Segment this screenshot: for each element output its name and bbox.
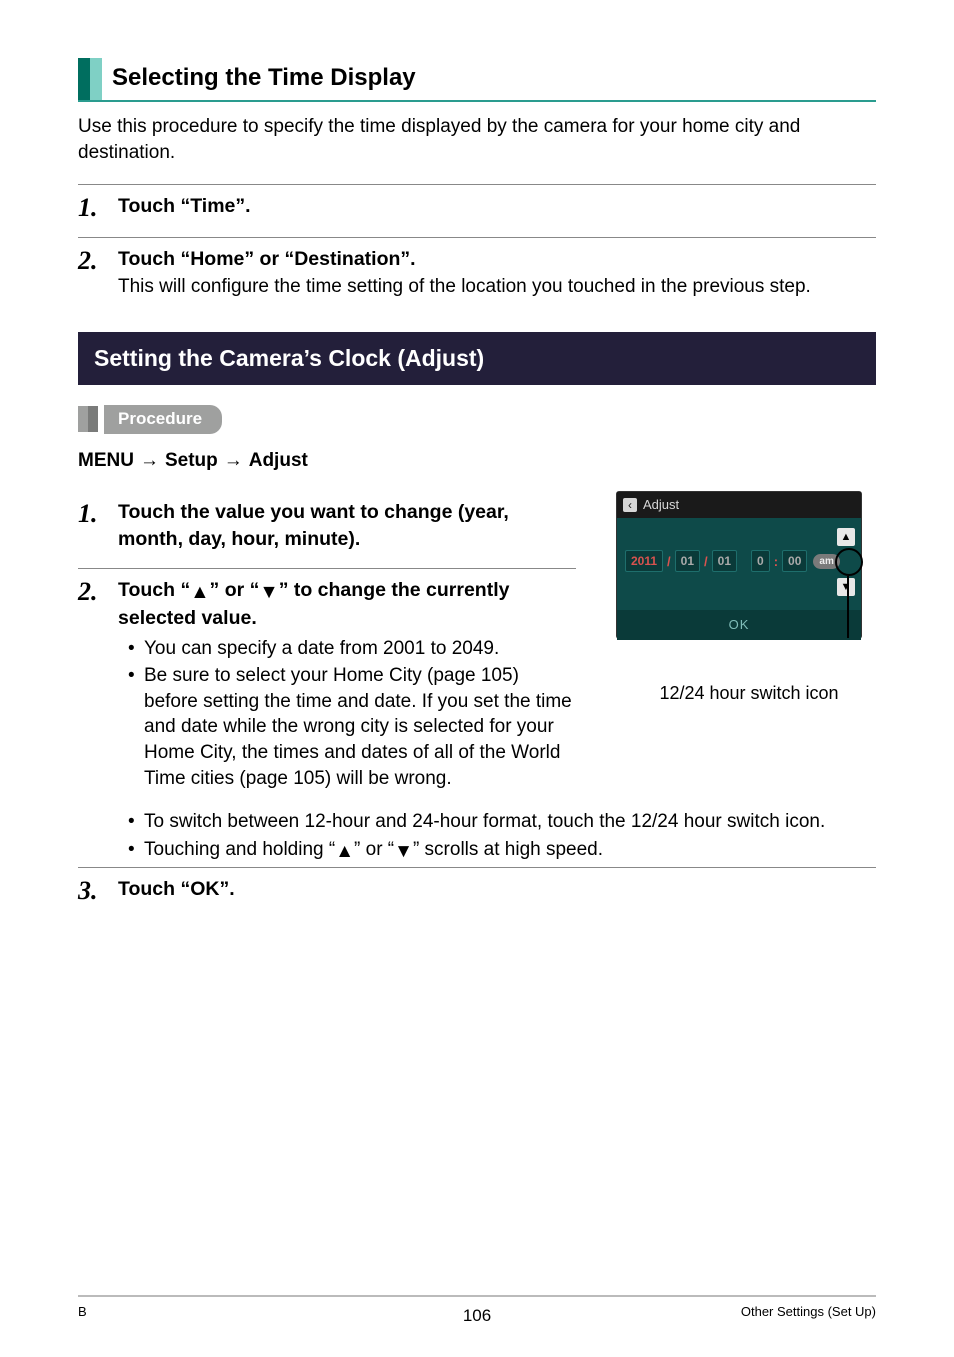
slash: / (704, 553, 708, 571)
cam-title: Adjust (643, 496, 679, 514)
step-number: 2. (78, 246, 118, 300)
camera-screenshot: ‹ Adjust 2011 / 01 / 01 0 : 00 am ▲ ▼ (616, 491, 876, 705)
page-footer: B 106 Other Settings (Set Up) (78, 1295, 876, 1321)
callout-line (847, 576, 849, 638)
day-box[interactable]: 01 (712, 550, 737, 572)
screenshot-caption: 12/24 hour switch icon (616, 681, 876, 705)
step-title: Touch the value you want to change (year… (118, 499, 576, 552)
step-1: 1. Touch “Time”. (78, 184, 876, 237)
adjust-step-2: 2. Touch “▲” or “▼” to change the curren… (78, 568, 576, 809)
section-bar-adjust: Setting the Camera’s Clock (Adjust) (78, 332, 876, 385)
arrow-icon: → (224, 448, 243, 474)
step-title: Touch “▲” or “▼” to change the currently… (118, 577, 576, 632)
step-subtext: This will configure the time setting of … (118, 274, 876, 300)
minute-box[interactable]: 00 (782, 550, 807, 572)
bullet-item: Be sure to select your Home City (page 1… (132, 663, 576, 791)
slash: / (667, 553, 671, 571)
arrow-icon: → (140, 448, 159, 474)
back-icon[interactable]: ‹ (623, 498, 637, 512)
step-title: Touch “Time”. (118, 193, 876, 219)
footer-left: B (78, 1303, 87, 1321)
hour-box[interactable]: 0 (751, 550, 770, 572)
step-title: Touch “OK”. (118, 876, 876, 902)
menu-breadcrumb: MENU → Setup → Adjust (78, 448, 876, 474)
adjust-step-1: 1. Touch the value you want to change (y… (78, 491, 576, 568)
procedure-pill: Procedure (104, 405, 222, 434)
procedure-label-row: Procedure (78, 405, 876, 434)
adjust-step-3: 3. Touch “OK”. (78, 867, 876, 920)
ok-button[interactable]: OK (617, 610, 861, 640)
page-number: 106 (463, 1305, 491, 1328)
step-number: 3. (78, 876, 118, 904)
bullet-item: Touching and holding “▲” or “▼” scrolls … (132, 837, 876, 865)
step-number: 2. (78, 577, 118, 793)
heading-text: Selecting the Time Display (112, 58, 416, 100)
down-triangle-icon: ▼ (394, 839, 413, 865)
step-number: 1. (78, 193, 118, 221)
up-triangle-icon: ▲ (190, 579, 209, 605)
bullet-item: You can specify a date from 2001 to 2049… (132, 636, 576, 662)
section-heading-time-display: Selecting the Time Display (78, 58, 876, 102)
crumb-menu: MENU (78, 448, 134, 474)
crumb-adjust: Adjust (249, 448, 308, 474)
heading-accent-bars (78, 58, 102, 100)
year-box[interactable]: 2011 (625, 550, 663, 572)
colon: : (774, 553, 778, 571)
value-down-button[interactable]: ▼ (837, 578, 855, 596)
step-2: 2. Touch “Home” or “Destination”. This w… (78, 237, 876, 316)
step-title: Touch “Home” or “Destination”. (118, 246, 876, 272)
down-triangle-icon: ▼ (259, 579, 278, 605)
footer-right: Other Settings (Set Up) (741, 1303, 876, 1321)
up-triangle-icon: ▲ (335, 839, 354, 865)
crumb-setup: Setup (165, 448, 218, 474)
month-box[interactable]: 01 (675, 550, 700, 572)
date-row: 2011 / 01 / 01 0 : 00 am (625, 550, 840, 572)
value-up-button[interactable]: ▲ (837, 528, 855, 546)
intro-paragraph: Use this procedure to specify the time d… (78, 114, 876, 165)
bullet-item: To switch between 12-hour and 24-hour fo… (132, 809, 876, 835)
cam-titlebar: ‹ Adjust (617, 492, 861, 518)
step-number: 1. (78, 499, 118, 552)
